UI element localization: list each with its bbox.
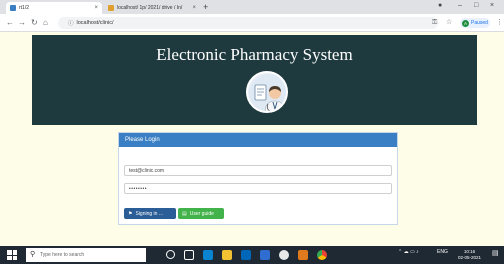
store-icon[interactable] bbox=[241, 250, 251, 260]
app-icon[interactable] bbox=[279, 250, 289, 260]
user-guide-label: User guide bbox=[189, 210, 214, 217]
tab-inactive[interactable]: localhost/ 1p/ 2021/ drive / In/ × bbox=[104, 2, 200, 14]
windows-start-icon[interactable] bbox=[7, 250, 17, 260]
bookmark-star-icon[interactable]: ☆ bbox=[446, 17, 452, 29]
page-content: Electronic Pharmacy System Please Login … bbox=[0, 33, 504, 246]
back-icon[interactable]: ← bbox=[6, 17, 14, 29]
doctor-icon bbox=[246, 71, 288, 113]
tray-icons[interactable]: ⌃ ☁ ▭ ♪ bbox=[398, 249, 419, 255]
close-window-icon[interactable]: × bbox=[490, 2, 494, 9]
chrome-taskbar-icon[interactable] bbox=[317, 250, 327, 260]
minimize-icon[interactable]: – bbox=[458, 2, 462, 9]
browser-toolbar: ← → ↻ ⌂ ⓘ localhost/clinic/ ⚿ ☆ A Paused… bbox=[0, 14, 504, 32]
page-favicon-icon bbox=[108, 5, 114, 11]
chrome-settings-icon[interactable]: ● bbox=[438, 2, 442, 9]
signin-icon: ⚑ bbox=[128, 210, 133, 217]
mail-icon[interactable] bbox=[260, 250, 270, 260]
windows-taskbar: ⚲ Type here to search ⌃ ☁ ▭ ♪ ENG 10:16 … bbox=[0, 246, 504, 264]
reload-icon[interactable]: ↻ bbox=[31, 17, 38, 29]
close-tab-icon[interactable]: × bbox=[192, 5, 196, 11]
close-tab-icon[interactable]: × bbox=[94, 5, 98, 11]
key-icon[interactable]: ⚿ bbox=[432, 17, 437, 29]
info-icon[interactable]: ⓘ bbox=[68, 19, 74, 27]
search-icon: ⚲ bbox=[30, 251, 36, 258]
cortana-icon[interactable] bbox=[166, 250, 175, 259]
email-field[interactable]: test@clinic.com bbox=[124, 165, 392, 176]
taskbar-clock[interactable]: 10:16 02-05-2021 bbox=[458, 249, 481, 261]
app-icon-orange[interactable] bbox=[298, 250, 308, 260]
maximize-icon[interactable]: □ bbox=[474, 2, 478, 9]
password-field[interactable]: •••••••• bbox=[124, 183, 392, 194]
login-panel-heading: Please Login bbox=[119, 133, 397, 147]
browser-menu-icon[interactable]: ⋮ bbox=[496, 17, 503, 29]
notifications-icon[interactable]: ▤ bbox=[492, 249, 499, 257]
task-view-icon[interactable] bbox=[184, 250, 194, 260]
page-title: Electronic Pharmacy System bbox=[156, 45, 353, 64]
user-guide-button[interactable]: ▤ User guide bbox=[178, 208, 224, 219]
new-tab-button[interactable]: + bbox=[203, 2, 208, 12]
login-panel: Please Login test@clinic.com •••••••• ⚑ … bbox=[118, 132, 398, 225]
clock-date: 02-05-2021 bbox=[458, 255, 482, 260]
profile-avatar: A bbox=[462, 19, 469, 27]
hero-banner: Electronic Pharmacy System bbox=[32, 35, 477, 125]
profile-paused-button[interactable]: A Paused bbox=[460, 18, 490, 28]
address-bar[interactable]: ⓘ localhost/clinic/ bbox=[58, 17, 438, 29]
page-favicon-icon bbox=[10, 5, 16, 11]
file-explorer-icon[interactable] bbox=[222, 250, 232, 260]
paused-label: Paused bbox=[471, 20, 488, 26]
home-icon[interactable]: ⌂ bbox=[43, 17, 48, 29]
signin-label: Signing in ... bbox=[135, 210, 164, 217]
taskbar-search-input[interactable]: ⚲ Type here to search bbox=[26, 248, 146, 262]
url-text: localhost/clinic/ bbox=[76, 20, 114, 26]
document-icon: ▤ bbox=[182, 210, 187, 217]
language-indicator[interactable]: ENG bbox=[437, 249, 448, 255]
signin-button[interactable]: ⚑ Signing in ... bbox=[124, 208, 176, 219]
tab-label: rt1/2 bbox=[19, 5, 30, 11]
search-placeholder: Type here to search bbox=[40, 252, 85, 258]
forward-icon[interactable]: → bbox=[18, 17, 26, 29]
tab-active[interactable]: rt1/2 × bbox=[6, 2, 102, 14]
tab-label: localhost/ 1p/ 2021/ drive / In/ bbox=[117, 5, 183, 11]
browser-tab-bar: rt1/2 × localhost/ 1p/ 2021/ drive / In/… bbox=[0, 0, 504, 14]
edge-icon[interactable] bbox=[203, 250, 213, 260]
